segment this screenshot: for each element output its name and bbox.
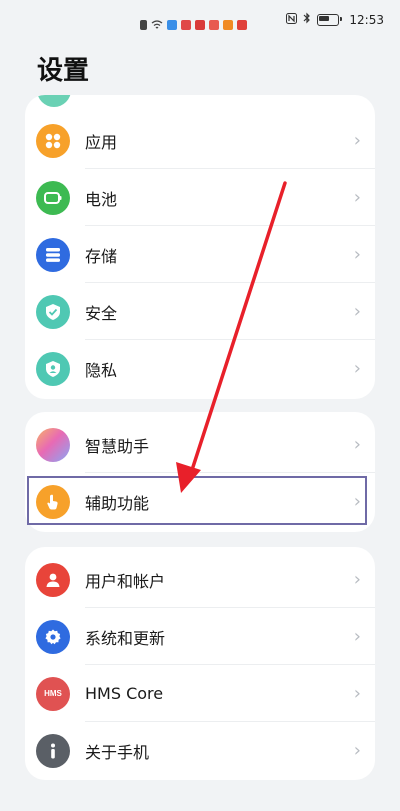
scrolled-item-icon: [37, 95, 71, 107]
battery-status-icon: [317, 13, 343, 26]
chevron-right-icon: ›: [353, 434, 361, 455]
hms-core-icon: HMS: [36, 676, 70, 711]
settings-item-system-update[interactable]: 系统和更新 ›: [25, 608, 375, 665]
settings-item-about-phone[interactable]: 关于手机 ›: [25, 722, 375, 779]
notification-icons: [140, 15, 247, 34]
settings-item-storage[interactable]: 存储 ›: [25, 226, 375, 283]
chevron-right-icon: ›: [353, 130, 361, 151]
wifi-icon: [151, 15, 163, 34]
play-notification-icon: [223, 19, 233, 30]
chevron-right-icon: ›: [353, 569, 361, 590]
system-update-icon: [36, 619, 70, 654]
app-notification-icon: [209, 19, 219, 30]
settings-item-hms-core[interactable]: HMS HMS Core ›: [25, 665, 375, 722]
app-notification-icon: [195, 19, 205, 30]
settings-item-label: 用户和帐户: [85, 571, 166, 591]
settings-item-label: 安全: [85, 303, 118, 323]
settings-item-label: HMS Core: [85, 684, 164, 703]
chevron-right-icon: ›: [353, 626, 361, 647]
settings-item-apps[interactable]: 应用 ›: [25, 112, 375, 169]
settings-item-label: 应用: [85, 132, 118, 152]
settings-item-battery[interactable]: 电池 ›: [25, 169, 375, 226]
smart-assistant-icon: [36, 427, 70, 462]
settings-item-label: 智慧助手: [85, 436, 150, 456]
cloud-notification-icon: [167, 19, 177, 30]
settings-item-privacy[interactable]: 隐私 ›: [25, 340, 375, 397]
chevron-right-icon: ›: [353, 244, 361, 265]
about-phone-icon: [36, 733, 70, 768]
chevron-right-icon: ›: [353, 358, 361, 379]
highlight-frame: [27, 476, 367, 525]
settings-item-security[interactable]: 安全 ›: [25, 283, 375, 340]
privacy-icon: [36, 351, 70, 386]
chevron-right-icon: ›: [353, 301, 361, 322]
shield-icon: [36, 294, 70, 329]
settings-item-label: 隐私: [85, 360, 118, 380]
chevron-right-icon: ›: [353, 187, 361, 208]
battery-icon: [36, 180, 70, 215]
page-title: 设置: [37, 56, 90, 86]
hms-icon-text: HMS: [44, 689, 62, 698]
app-notification-icon: [237, 19, 247, 30]
settings-group-1: 应用 › 电池 › 存储 › 安全 › 隐私 ›: [25, 95, 375, 399]
settings-item-label: 存储: [85, 246, 118, 266]
settings-item-label: 电池: [85, 189, 118, 209]
settings-item-smart-assistant[interactable]: 智慧助手 ›: [25, 416, 375, 473]
bluetooth-icon: [303, 12, 311, 27]
user-account-icon: [36, 562, 70, 597]
nfc-icon: [286, 12, 298, 27]
settings-item-label: 系统和更新: [85, 628, 166, 648]
status-bar: 12:53: [0, 0, 400, 40]
sim-icon: [140, 19, 147, 30]
status-indicators: 12:53: [286, 12, 384, 27]
settings-item-user-accounts[interactable]: 用户和帐户 ›: [25, 551, 375, 608]
settings-group-3: 用户和帐户 › 系统和更新 › HMS HMS Core › 关于手机 ›: [25, 547, 375, 780]
storage-icon: [36, 237, 70, 272]
chevron-right-icon: ›: [353, 740, 361, 761]
chevron-right-icon: ›: [353, 683, 361, 704]
settings-item-label: 关于手机: [85, 742, 150, 762]
status-time: 12:53: [349, 12, 384, 27]
app-notification-icon: [181, 19, 191, 30]
apps-icon: [36, 123, 70, 158]
